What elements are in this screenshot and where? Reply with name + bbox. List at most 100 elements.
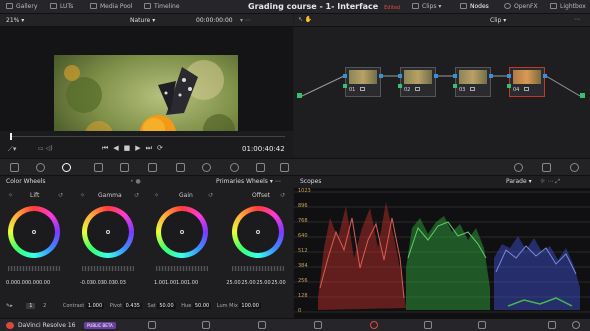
node-type-icon xyxy=(524,87,529,91)
node-editor[interactable]: 01 02 03 04 xyxy=(294,27,590,158)
timeline-button[interactable]: Timeline xyxy=(144,3,180,10)
zoom-select[interactable]: 21% ▾ xyxy=(6,17,24,24)
offset-reset-icon[interactable]: ↺ xyxy=(280,192,285,199)
color-page-icon[interactable] xyxy=(370,321,378,329)
node-input-pin[interactable] xyxy=(507,74,511,78)
lift-master-slider[interactable] xyxy=(8,266,60,271)
clip-name-select[interactable]: Nature ▾ xyxy=(130,17,155,24)
timeline-icon xyxy=(144,3,151,9)
node-key-pin[interactable] xyxy=(343,84,347,88)
audio-icon[interactable]: ▭ ◁) xyxy=(38,145,53,152)
camera-raw-icon[interactable] xyxy=(10,163,19,172)
node-03[interactable]: 03 xyxy=(453,67,493,97)
node-output-pin[interactable] xyxy=(434,74,438,78)
info-icon[interactable] xyxy=(570,163,579,172)
lift-reset-icon[interactable]: ↺ xyxy=(58,192,63,199)
media-page-icon[interactable] xyxy=(148,321,156,329)
nodes-button[interactable]: Nodes xyxy=(460,3,489,10)
page-2-button[interactable]: 2 xyxy=(40,303,49,309)
gamma-master-slider[interactable] xyxy=(82,266,134,271)
nodes-icon xyxy=(460,3,467,9)
curves-icon[interactable] xyxy=(148,163,157,172)
page-1-button[interactable]: 1 xyxy=(26,303,36,309)
eyedropper-icon[interactable]: ⟋▾ xyxy=(8,145,16,154)
contrast-label: Contrast xyxy=(62,303,85,309)
home-icon[interactable] xyxy=(548,321,556,329)
node-mode-select[interactable]: Clip ▾ xyxy=(490,17,506,24)
scrubber-track[interactable] xyxy=(10,136,285,137)
gain-master-slider[interactable] xyxy=(156,266,208,271)
node-key-pin[interactable] xyxy=(507,84,511,88)
gain-reset-icon[interactable]: ↺ xyxy=(208,192,213,199)
playhead[interactable] xyxy=(10,133,12,140)
sat-label: Sat xyxy=(147,303,156,309)
node-output-pin[interactable] xyxy=(379,74,383,78)
gamma-wheel-handle[interactable] xyxy=(106,230,110,234)
node-04-selected[interactable]: 04 xyxy=(507,67,547,97)
fusion-page-icon[interactable] xyxy=(314,321,322,329)
auto-balance-icon[interactable]: ✎▸ xyxy=(6,303,13,309)
gain-wheel[interactable] xyxy=(156,206,208,258)
lightbox-button[interactable]: Lightbox xyxy=(550,3,586,10)
deliver-page-icon[interactable] xyxy=(478,321,486,329)
media-pool-button[interactable]: Media Pool xyxy=(90,3,132,10)
edit-page-icon[interactable] xyxy=(258,321,266,329)
key-icon[interactable] xyxy=(514,163,523,172)
tracker-icon[interactable] xyxy=(230,163,239,172)
gallery-button[interactable]: Gallery xyxy=(6,3,37,10)
node-key-pin[interactable] xyxy=(453,84,457,88)
qualifier-icon[interactable] xyxy=(176,163,185,172)
node-02[interactable]: 02 xyxy=(398,67,438,97)
page-dots[interactable]: • ● xyxy=(130,178,141,185)
motion-effects-icon[interactable] xyxy=(120,163,129,172)
contrast-field[interactable]: 1.000 xyxy=(85,303,105,309)
node-options-icon[interactable]: ⋯ xyxy=(574,16,580,23)
node-output-pin[interactable] xyxy=(543,74,547,78)
color-match-icon[interactable] xyxy=(36,163,45,172)
wheels-mode-select[interactable]: Primaries Wheels ▾ ⋯ xyxy=(216,178,281,185)
hue-label: Hue xyxy=(181,303,192,309)
pointer-tool-icon[interactable]: ↖ ✋ xyxy=(298,16,312,23)
lift-wheel-handle[interactable] xyxy=(32,230,36,234)
node-output-pin[interactable] xyxy=(489,74,493,78)
offset-master-slider[interactable] xyxy=(232,266,284,271)
luts-button[interactable]: LUTs xyxy=(50,3,73,10)
lift-picker-icon[interactable]: ✧ xyxy=(8,192,13,199)
sat-field[interactable]: 50.00 xyxy=(157,303,176,309)
scope-type-select[interactable]: Parade ▾ xyxy=(506,178,532,185)
window-icon[interactable] xyxy=(202,163,211,172)
cut-page-icon[interactable] xyxy=(202,321,210,329)
lift-wheel[interactable] xyxy=(8,206,60,258)
fairlight-page-icon[interactable] xyxy=(424,321,432,329)
node-01[interactable]: 01 xyxy=(343,67,383,97)
settings-gear-icon[interactable] xyxy=(572,321,580,329)
gamma-reset-icon[interactable]: ↺ xyxy=(134,192,139,199)
rgb-mixer-icon[interactable] xyxy=(94,163,103,172)
color-wheels-icon[interactable] xyxy=(62,163,71,172)
node-input-pin[interactable] xyxy=(398,74,402,78)
offset-wheel[interactable] xyxy=(232,206,284,258)
lum-mix-field[interactable]: 100.00 xyxy=(239,303,261,309)
gain-picker-icon[interactable]: ✧ xyxy=(154,192,159,199)
node-key-pin[interactable] xyxy=(398,84,402,88)
scope-settings-icons[interactable]: ☼ ⋯ ⤢ xyxy=(540,178,560,186)
blur-icon[interactable] xyxy=(280,163,289,172)
openfx-button[interactable]: OpenFX xyxy=(504,3,538,10)
viewer-options-icon[interactable]: ▾ ⋯ xyxy=(240,17,251,24)
offset-wheel-handle[interactable] xyxy=(256,230,260,234)
tick-label: 384 xyxy=(298,263,308,269)
pivot-field[interactable]: 0.435 xyxy=(123,303,142,309)
playback-controls[interactable]: ⏮◀■▶⏭⟳ xyxy=(102,144,168,153)
sizing-icon[interactable] xyxy=(542,163,551,172)
gamma-wheel[interactable] xyxy=(82,206,134,258)
node-input-pin[interactable] xyxy=(453,74,457,78)
clips-button[interactable]: Clips ▾ xyxy=(412,3,441,10)
hue-field[interactable]: 50.00 xyxy=(192,303,212,309)
project-title: Grading course - 1- Interface Edited xyxy=(248,2,401,11)
gamma-picker-icon[interactable]: ✧ xyxy=(80,192,85,199)
node-input-pin[interactable] xyxy=(343,74,347,78)
magic-mask-icon[interactable] xyxy=(256,163,265,172)
viewer-header: 21% ▾ Nature ▾ 00:00:00:00 ▾ ⋯ xyxy=(0,14,293,27)
gain-wheel-handle[interactable] xyxy=(180,230,184,234)
offset-label: Offset xyxy=(252,192,271,199)
